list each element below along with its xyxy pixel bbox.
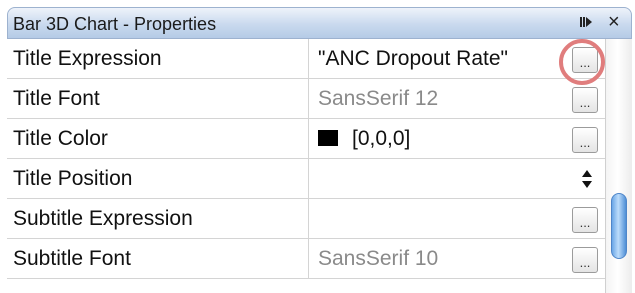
- property-table: Title Expression "ANC Dropout Rate" ... …: [7, 39, 605, 279]
- property-value[interactable]: "ANC Dropout Rate": [310, 39, 572, 78]
- ellipsis-button[interactable]: ...: [572, 87, 598, 113]
- property-row-title-font[interactable]: Title Font SansSerif 12 ...: [7, 79, 605, 119]
- spinner-arrows-icon[interactable]: [579, 167, 595, 191]
- property-row-title-color[interactable]: Title Color [0,0,0] ...: [7, 119, 605, 159]
- panel-title-bar[interactable]: Bar 3D Chart - Properties ×: [7, 7, 632, 39]
- ellipsis-button[interactable]: ...: [572, 127, 598, 153]
- color-value-text: [0,0,0]: [352, 127, 411, 150]
- pin-icon[interactable]: [578, 14, 594, 35]
- ellipsis-button[interactable]: ...: [572, 247, 598, 273]
- property-name: Subtitle Font: [7, 239, 309, 278]
- property-value[interactable]: SansSerif 10: [310, 239, 572, 278]
- property-name: Title Position: [7, 159, 309, 198]
- scrollbar-thumb[interactable]: [611, 193, 627, 259]
- highlight-circle: [559, 39, 605, 85]
- property-value[interactable]: [310, 199, 572, 238]
- property-name: Title Expression: [7, 39, 309, 78]
- property-value[interactable]: [0,0,0]: [310, 119, 572, 158]
- color-swatch: [318, 130, 338, 146]
- property-row-title-expression[interactable]: Title Expression "ANC Dropout Rate" ...: [7, 39, 605, 79]
- close-icon[interactable]: ×: [608, 11, 620, 34]
- property-row-subtitle-expression[interactable]: Subtitle Expression ...: [7, 199, 605, 239]
- ellipsis-button[interactable]: ...: [572, 207, 598, 233]
- property-name: Title Color: [7, 119, 309, 158]
- property-row-title-position[interactable]: Title Position: [7, 159, 605, 199]
- property-value[interactable]: [310, 159, 572, 198]
- properties-panel: Bar 3D Chart - Properties × Title Expres…: [7, 7, 632, 293]
- property-row-subtitle-font[interactable]: Subtitle Font SansSerif 10 ...: [7, 239, 605, 279]
- property-value[interactable]: SansSerif 12: [310, 79, 572, 118]
- property-name: Subtitle Expression: [7, 199, 309, 238]
- property-name: Title Font: [7, 79, 309, 118]
- panel-title: Bar 3D Chart - Properties: [13, 14, 217, 34]
